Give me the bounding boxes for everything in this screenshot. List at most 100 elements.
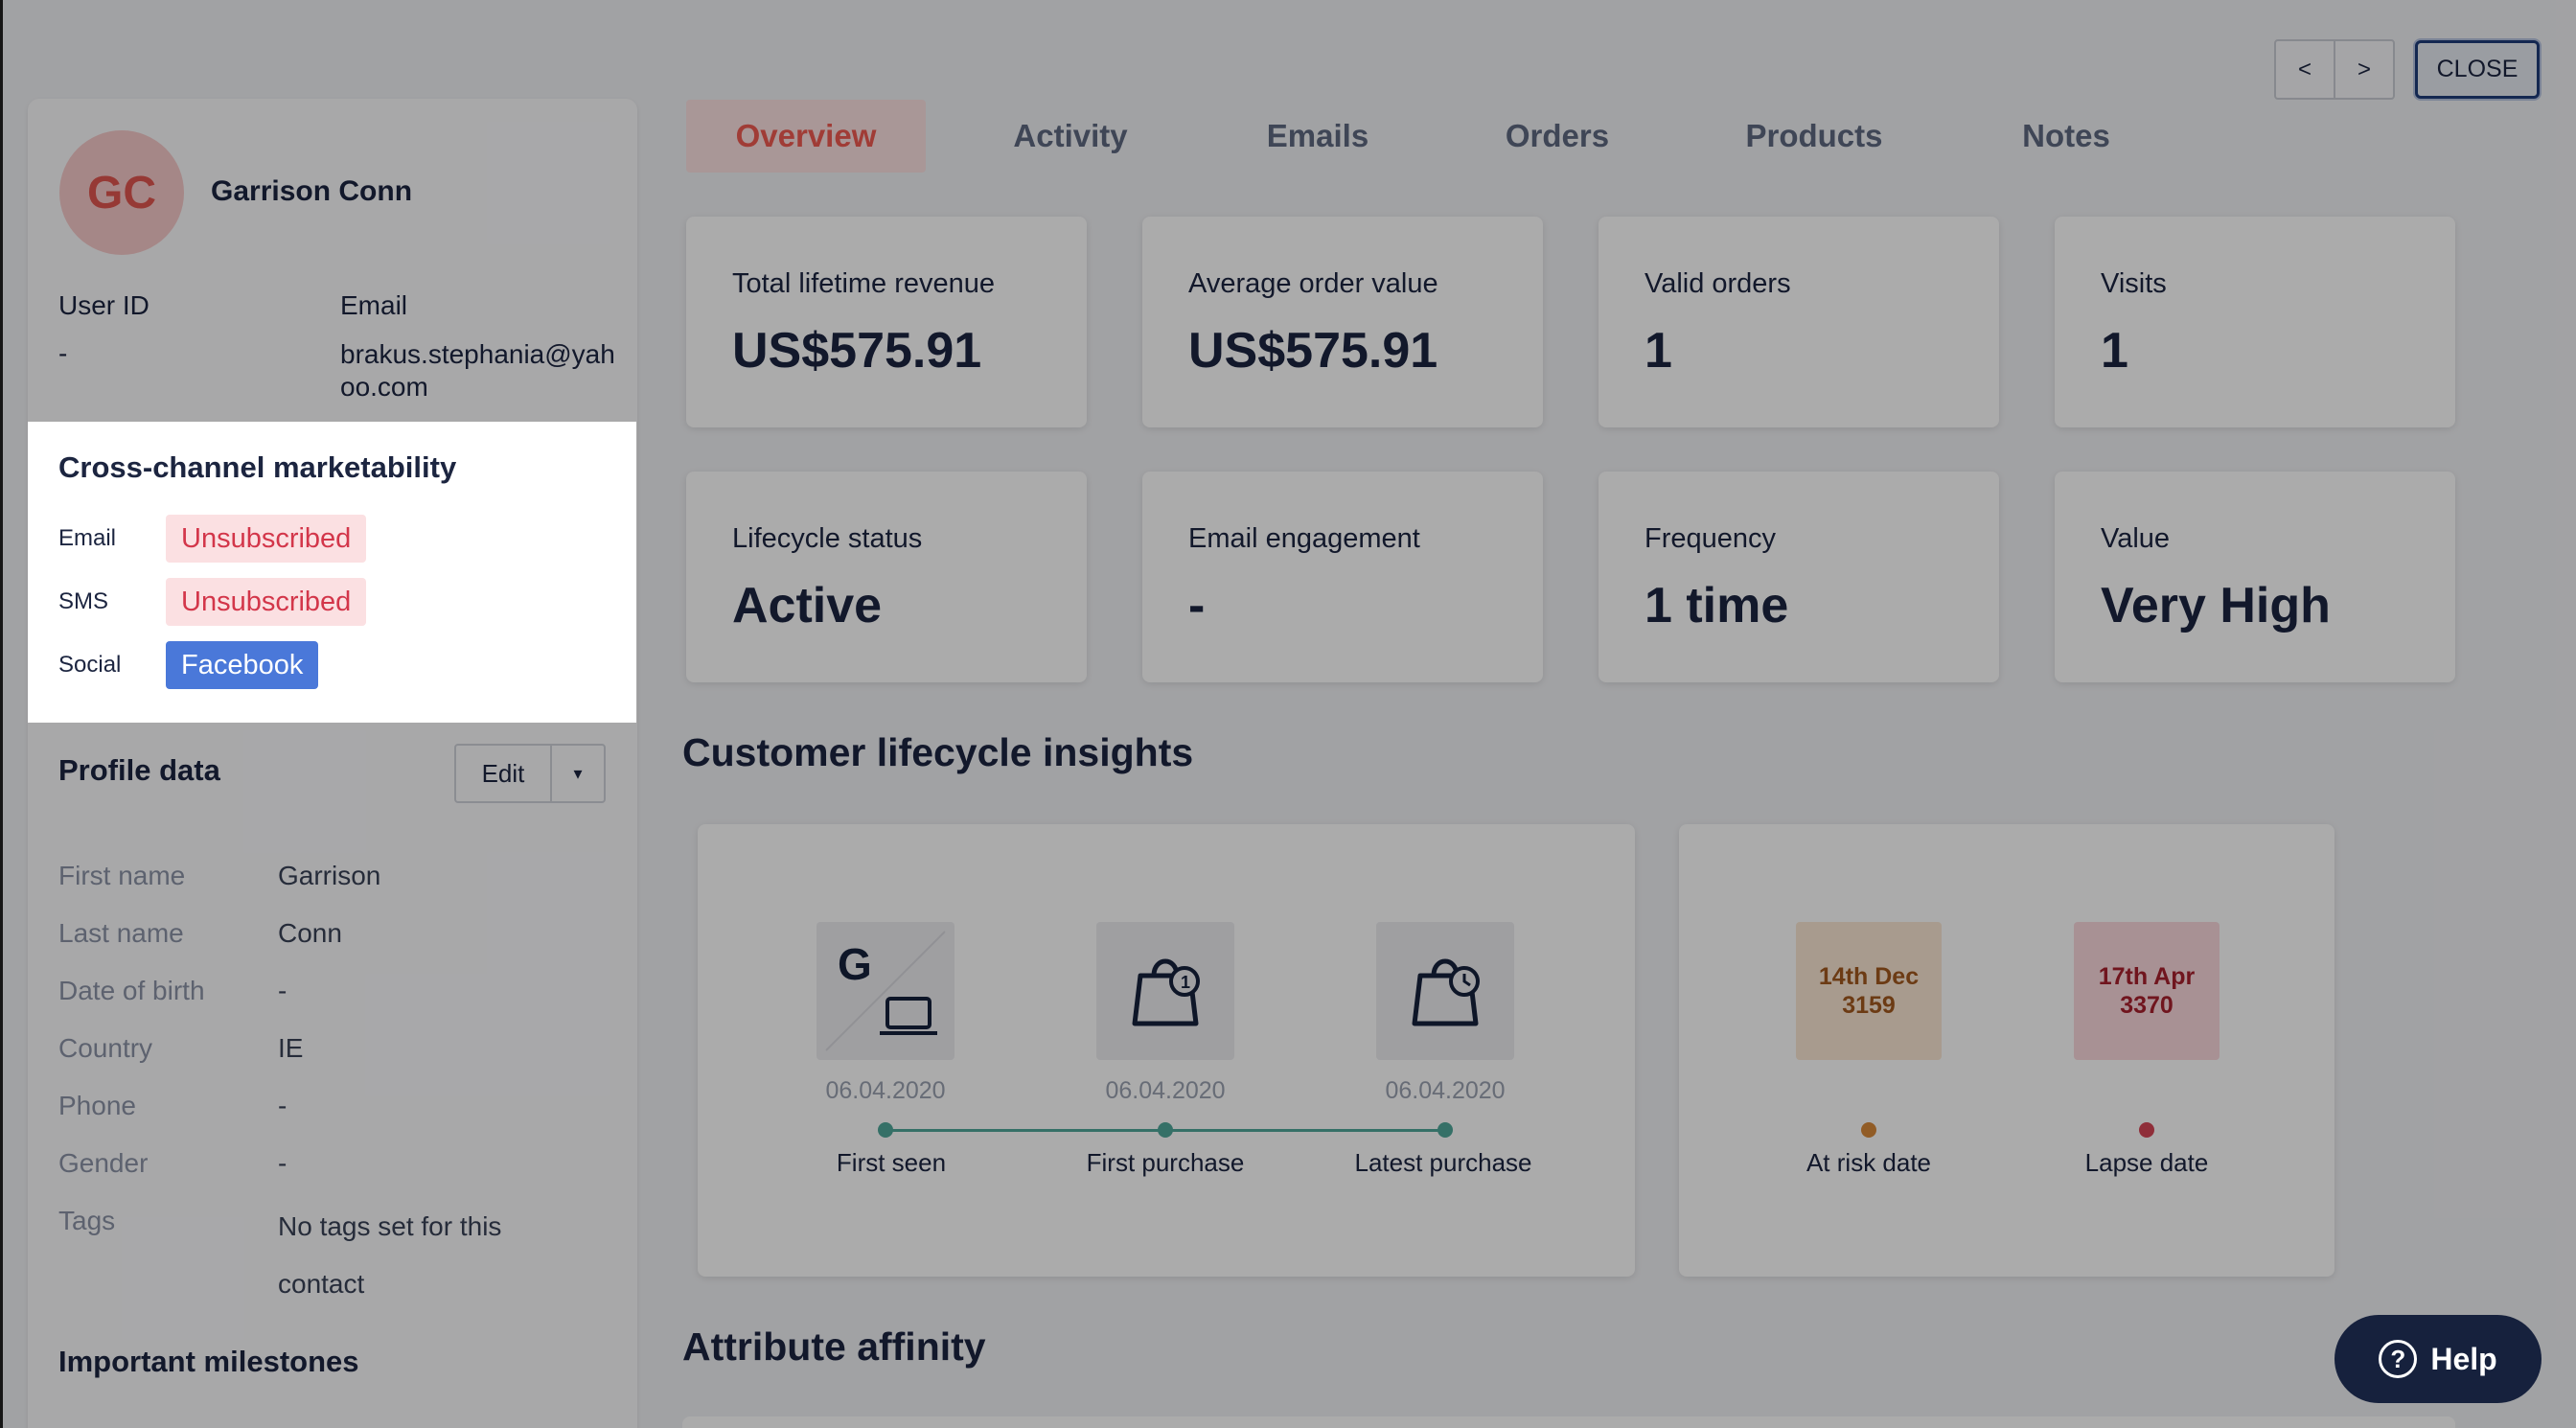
marketability-title: Cross-channel marketability <box>58 450 457 484</box>
email-value: brakus.stephania@yahoo.com <box>340 339 615 402</box>
at-risk-dot <box>1861 1122 1876 1138</box>
stat-label: Lifecycle status <box>732 523 923 554</box>
lapse-date-box: 17th Apr 3370 <box>2074 922 2220 1060</box>
stat-value: Active <box>732 578 883 633</box>
profile-name: Garrison Conn <box>211 175 413 207</box>
stat-card-frequency: Frequency 1 time <box>1598 472 1999 682</box>
at-risk-date-box: 14th Dec 3159 <box>1796 922 1942 1060</box>
avatar: GC <box>59 130 184 255</box>
tab-overview[interactable]: Overview <box>686 100 926 173</box>
attribute-affinity-card <box>682 1416 2455 1428</box>
sms-status-badge: Unsubscribed <box>166 578 367 626</box>
field-label-tags: Tags <box>58 1206 116 1235</box>
social-channel-label: Social <box>58 652 122 678</box>
stat-label: Visits <box>2101 268 2167 299</box>
shopping-bag-clock-icon <box>1412 958 1480 1026</box>
email-channel-label: Email <box>58 525 117 551</box>
field-value-tags: No tags set for this contact <box>278 1211 502 1299</box>
email-status-badge: Unsubscribed <box>166 515 367 563</box>
at-risk-label: At risk date <box>1806 1148 1932 1177</box>
stat-label: Value <box>2101 523 2171 554</box>
stat-label: Valid orders <box>1644 268 1791 299</box>
field-value-date-of-birth: - <box>278 976 288 1005</box>
profile-data-title: Profile data <box>58 753 220 787</box>
field-value-gender: - <box>278 1148 288 1178</box>
first-seen-date: 06.04.2020 <box>825 1077 946 1104</box>
edit-button-group: Edit ▾ <box>454 744 606 803</box>
first-purchase-icon-box: 1 <box>1096 922 1234 1060</box>
stat-card-lifetime-revenue: Total lifetime revenue US$575.91 <box>686 217 1087 427</box>
field-value-last-name: Conn <box>278 918 342 948</box>
timeline-dot <box>1158 1122 1173 1138</box>
google-laptop-icon: G <box>825 931 946 1051</box>
latest-purchase-icon-box <box>1376 922 1514 1060</box>
stat-card-email-engagement: Email engagement - <box>1142 472 1543 682</box>
attribute-affinity-title: Attribute affinity <box>682 1324 986 1369</box>
social-status-badge: Facebook <box>166 641 319 689</box>
important-milestones-title: Important milestones <box>58 1345 359 1378</box>
lapse-label: Lapse date <box>2084 1148 2209 1177</box>
stat-card-value: Value Very High <box>2055 472 2455 682</box>
svg-text:G: G <box>838 939 872 989</box>
lapse-dot <box>2139 1122 2154 1138</box>
risk-dates-panel: 14th Dec 3159 17th Apr 3370 At risk date… <box>1679 824 2334 1277</box>
timeline-dot <box>1438 1122 1453 1138</box>
previous-button[interactable]: < <box>2276 41 2334 98</box>
field-label-date-of-birth: Date of birth <box>58 976 205 1005</box>
field-value-phone: - <box>278 1091 288 1120</box>
stat-label: Frequency <box>1644 523 1777 554</box>
field-label-last-name: Last name <box>58 918 184 948</box>
window-edge <box>0 0 3 1428</box>
stat-label: Average order value <box>1188 268 1438 299</box>
user-id-label: User ID <box>58 290 150 320</box>
edit-dropdown-button[interactable]: ▾ <box>552 746 604 801</box>
question-icon: ? <box>2379 1340 2418 1378</box>
first-seen-icon-box: G <box>816 922 954 1060</box>
stat-value: US$575.91 <box>1188 323 1438 379</box>
stat-label: Email engagement <box>1188 523 1420 554</box>
first-purchase-label: First purchase <box>1086 1148 1245 1177</box>
field-label-country: Country <box>58 1033 153 1063</box>
help-button[interactable]: ? Help <box>2334 1315 2542 1403</box>
stat-value: Very High <box>2101 578 2331 633</box>
tab-orders[interactable]: Orders <box>1449 100 1666 173</box>
user-id-value: - <box>58 338 68 368</box>
stat-value: 1 <box>2101 323 2128 379</box>
first-purchase-date: 06.04.2020 <box>1105 1077 1226 1104</box>
sms-channel-label: SMS <box>58 588 109 614</box>
latest-purchase-label: Latest purchase <box>1354 1148 1532 1177</box>
field-value-first-name: Garrison <box>278 861 381 890</box>
tab-activity[interactable]: Activity <box>960 100 1181 173</box>
at-risk-date: 14th Dec 3159 <box>1818 963 1920 1019</box>
edit-button[interactable]: Edit <box>456 746 552 801</box>
tab-notes[interactable]: Notes <box>1961 100 2172 173</box>
latest-purchase-date: 06.04.2020 <box>1385 1077 1506 1104</box>
stat-card-visits: Visits 1 <box>2055 217 2455 427</box>
close-button[interactable]: CLOSE <box>2415 40 2540 99</box>
email-label: Email <box>340 290 408 320</box>
timeline-dot <box>878 1122 893 1138</box>
first-seen-label: First seen <box>836 1148 947 1177</box>
field-label-phone: Phone <box>58 1091 136 1120</box>
stat-label: Total lifetime revenue <box>732 268 996 299</box>
svg-text:1: 1 <box>1181 973 1190 992</box>
tab-products[interactable]: Products <box>1694 100 1934 173</box>
stat-value: - <box>1188 578 1206 633</box>
profile-sidebar: GC Garrison Conn User ID - Email brakus.… <box>28 99 637 1428</box>
next-button[interactable]: > <box>2334 41 2393 98</box>
lifecycle-timeline-panel: G 1 06.04.2020 06.04.2020 06.04.2020 Fir… <box>698 824 1635 1277</box>
field-label-gender: Gender <box>58 1148 149 1178</box>
field-label-first-name: First name <box>58 861 186 890</box>
stat-card-average-order-value: Average order value US$575.91 <box>1142 217 1543 427</box>
lifecycle-insights-title: Customer lifecycle insights <box>682 730 1194 774</box>
help-label: Help <box>2430 1341 2497 1376</box>
field-value-country: IE <box>278 1033 304 1063</box>
chevron-down-icon: ▾ <box>573 763 583 783</box>
tab-emails[interactable]: Emails <box>1209 100 1426 173</box>
stat-value: 1 <box>1644 323 1672 379</box>
stat-value: 1 time <box>1644 578 1789 633</box>
stat-value: US$575.91 <box>732 323 982 379</box>
shopping-bag-icon: 1 <box>1132 958 1200 1026</box>
stat-card-lifecycle-status: Lifecycle status Active <box>686 472 1087 682</box>
stat-card-valid-orders: Valid orders 1 <box>1598 217 1999 427</box>
